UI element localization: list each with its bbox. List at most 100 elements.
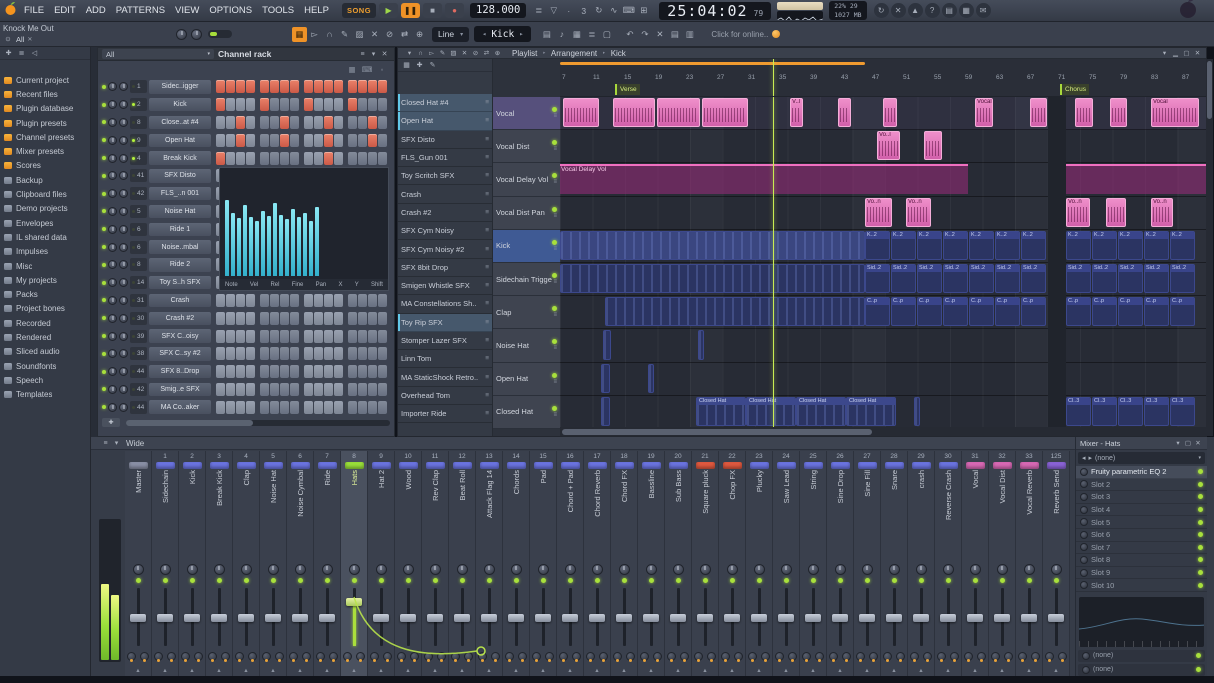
browser-item[interactable]: Plugin database: [0, 102, 90, 116]
pattern-cell[interactable]: K..2: [1118, 230, 1143, 260]
pattern-cell[interactable]: Sid..2: [995, 263, 1020, 294]
step-button[interactable]: [216, 133, 225, 147]
browser-item[interactable]: My projects: [0, 273, 90, 287]
graph-target-label[interactable]: Shift: [371, 282, 383, 288]
menu-patterns[interactable]: PATTERNS: [111, 0, 170, 22]
step-button[interactable]: [348, 133, 357, 147]
step-button[interactable]: [216, 400, 225, 414]
step-button[interactable]: [324, 293, 333, 307]
step-button[interactable]: [280, 133, 289, 147]
mixer-strip[interactable]: 30 Reverse Crash ▲: [935, 451, 962, 676]
step-button[interactable]: [270, 382, 279, 396]
channel-button[interactable]: SFX 8..Drop: [149, 364, 211, 379]
step-button[interactable]: [236, 400, 245, 414]
step-button[interactable]: [216, 311, 225, 325]
track-header[interactable]: Sidechain Trigger ≡: [493, 262, 560, 297]
strip-mute-led[interactable]: [162, 578, 168, 583]
channel-volume-knob[interactable]: [119, 82, 128, 92]
slot-mix-knob[interactable]: [1080, 555, 1088, 564]
fader-handle[interactable]: [373, 614, 389, 622]
step-button[interactable]: [348, 382, 357, 396]
strip-pan-knob[interactable]: [348, 564, 360, 575]
fader-handle[interactable]: [1021, 614, 1037, 622]
pattern-picker-item[interactable]: Stomper Lazer SFX ≡: [398, 332, 492, 351]
step-button[interactable]: [368, 151, 377, 165]
track-header[interactable]: Vocal Dist ≡: [493, 130, 560, 164]
step-button[interactable]: [368, 365, 377, 379]
step-button[interactable]: [314, 329, 323, 343]
timeline-ruler[interactable]: 7 11 15 19 23 27 31 35 39 43 47 51 55 59 63 67 71 75 79 83 8…: [560, 59, 1206, 97]
time-display[interactable]: 25:04:02 79: [659, 1, 772, 20]
clip-pat[interactable]: [698, 330, 704, 360]
picker-add-icon[interactable]: ✚: [414, 60, 425, 71]
slip-tool-icon[interactable]: ⇄: [397, 27, 412, 42]
step-button[interactable]: [280, 311, 289, 325]
channel-mute-led[interactable]: [102, 298, 106, 303]
channel-volume-knob[interactable]: [119, 117, 128, 127]
browser-item[interactable]: Channel presets: [0, 130, 90, 144]
clip-patlabel[interactable]: Closed Hat: [796, 396, 846, 426]
step-button[interactable]: [226, 115, 235, 129]
clip-patlabel[interactable]: Closed Hat: [746, 396, 796, 426]
online-hint[interactable]: Click for online..: [711, 30, 781, 39]
pattern-cell[interactable]: K..2: [865, 230, 890, 260]
fader-handle[interactable]: [670, 614, 686, 622]
step-button[interactable]: [324, 400, 333, 414]
pl-maximize-icon[interactable]: ▢: [1181, 48, 1192, 58]
mixer-strip[interactable]: 11 Rev Clap ▲: [422, 451, 449, 676]
fader-handle[interactable]: [643, 614, 659, 622]
strip-pan-knob[interactable]: [213, 564, 225, 575]
step-button[interactable]: [280, 98, 289, 112]
strip-eq-knob[interactable]: [707, 652, 716, 662]
step-button[interactable]: [334, 151, 343, 165]
track-mute-led[interactable]: [552, 206, 557, 212]
strip-eq-knob[interactable]: [761, 652, 770, 662]
effect-slot[interactable]: Slot 8: [1076, 554, 1207, 567]
strip-fader[interactable]: [746, 586, 772, 648]
step-button[interactable]: [280, 382, 289, 396]
velocity-bar[interactable]: [231, 213, 235, 276]
menu-tools[interactable]: TOOLS: [257, 0, 299, 22]
strip-fader[interactable]: [1016, 586, 1042, 648]
strip-eq-knob[interactable]: [518, 652, 527, 662]
clip-audio[interactable]: [1106, 197, 1126, 227]
step-button[interactable]: [246, 311, 255, 325]
strip-stereo-knob[interactable]: [883, 652, 892, 662]
clip-cells[interactable]: K..2 K..2 K..2 K..2 K..2 K..2 K..2: [865, 230, 1048, 260]
strip-stereo-knob[interactable]: [667, 652, 676, 662]
mixer-strip[interactable]: 12 Beat Roll ▲: [449, 451, 476, 676]
strip-eq-knob[interactable]: [653, 652, 662, 662]
clip-audio[interactable]: Vo..n: [906, 197, 931, 227]
strip-eq-knob[interactable]: [896, 652, 905, 662]
step-button[interactable]: [304, 80, 313, 94]
step-button[interactable]: [324, 115, 333, 129]
step-button[interactable]: [260, 329, 269, 343]
strip-fader[interactable]: [287, 586, 313, 648]
strip-pan-knob[interactable]: [807, 564, 819, 575]
pattern-cell[interactable]: K..2: [1066, 230, 1091, 260]
wait-for-input-icon[interactable]: ∙: [561, 3, 576, 18]
strip-eq-knob[interactable]: [437, 652, 446, 662]
step-button[interactable]: [348, 98, 357, 112]
strip-eq-knob[interactable]: [221, 652, 230, 662]
strip-fader[interactable]: [800, 586, 826, 648]
strip-mute-led[interactable]: [621, 578, 627, 583]
clip-audio[interactable]: Vo..n: [865, 197, 892, 227]
step-button[interactable]: [368, 293, 377, 307]
step-button[interactable]: [358, 365, 367, 379]
playlist-title-arrangement[interactable]: Arrangement: [551, 49, 597, 58]
pattern-picker-item[interactable]: Importer Ride ≡: [398, 405, 492, 424]
picker-grid-icon[interactable]: ▦: [401, 60, 412, 71]
strip-mute-led[interactable]: [810, 578, 816, 583]
browser-item[interactable]: IL shared data: [0, 230, 90, 244]
snap-grid-icon[interactable]: ▦: [292, 26, 307, 42]
strip-fader[interactable]: [125, 586, 151, 648]
send-enable-led[interactable]: [1196, 653, 1201, 659]
mixer-strip[interactable]: 32 Vocal Dist ▲: [989, 451, 1016, 676]
help-icon[interactable]: ?: [924, 3, 940, 18]
velocity-bar[interactable]: [273, 202, 277, 276]
strip-mute-led[interactable]: [594, 578, 600, 583]
tempo-display[interactable]: 128.000: [470, 3, 527, 18]
pattern-cell[interactable]: C..p: [1066, 297, 1091, 327]
step-button[interactable]: [226, 347, 235, 361]
